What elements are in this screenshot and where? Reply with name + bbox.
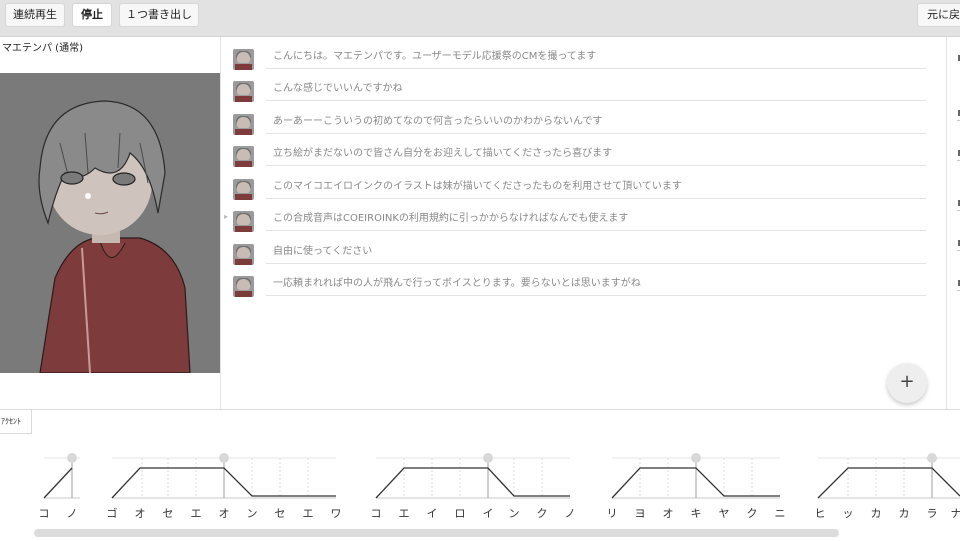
speaker-avatar[interactable] (233, 179, 254, 200)
talk-item[interactable]: こんにちは。マエテンパです。ユーザーモデル応援祭のCMを撮ってます (222, 37, 946, 70)
mora-label: ク (746, 507, 758, 520)
mora-label: ワ (330, 507, 342, 520)
mora-label: エ (302, 507, 314, 520)
accent-editor: ｱｸｾﾝﾄ コ ノ ゴ オ セ エ オ ン セ エ ワ コ エ イ ロ イ ン … (0, 409, 960, 540)
mora-label: ッ (842, 507, 854, 520)
talk-text-input[interactable]: このマイコエイロインクのイラストは妹が描いてくださったものを利用させて頂いていま… (266, 177, 926, 199)
mora-label: コ (38, 507, 50, 520)
right-panel (946, 37, 960, 409)
talk-text-input[interactable]: 一応頼まれれば中の人が飛んで行ってボイスとります。要らないとは思いますがね (266, 274, 926, 296)
talk-text-input[interactable]: こんにちは。マエテンパです。ユーザーモデル応援祭のCMを撮ってます (266, 47, 926, 69)
mora-label: キ (690, 507, 702, 520)
mora-label: ヨ (634, 507, 646, 520)
talk-item[interactable]: この合成音声はCOEIROINKの利用規約に引っかからなければなんでも使えます (222, 199, 946, 232)
mora-label: ン (508, 507, 520, 520)
speaker-avatar[interactable] (233, 81, 254, 102)
speaker-avatar[interactable] (233, 244, 254, 265)
talk-list: こんにちは。マエテンパです。ユーザーモデル応援祭のCMを撮ってます こんな感じで… (222, 37, 946, 409)
mora-label: イ (482, 507, 494, 520)
mora-label: エ (398, 507, 410, 520)
toolbar: 連続再生 停止 １つ書き出し 元に戻す (0, 0, 960, 37)
mora-label: ロ (454, 507, 466, 520)
mora-label: ン (246, 507, 258, 520)
mora-label: ニ (774, 507, 786, 520)
talk-item[interactable]: こんな感じでいいんですかね (222, 69, 946, 102)
talk-text-input[interactable]: この合成音声はCOEIROINKの利用規約に引っかからなければなんでも使えます (266, 209, 926, 231)
speaker-avatar[interactable] (233, 211, 254, 232)
speaker-avatar[interactable] (233, 146, 254, 167)
continuous-play-button[interactable]: 連続再生 (5, 3, 65, 27)
mora-label: セ (274, 507, 286, 520)
mora-label: コ (370, 507, 382, 520)
horizontal-scrollbar[interactable] (34, 529, 839, 537)
talk-text-input[interactable]: あーあーーこういうの初めてなので何言ったらいいのかわからないんです (266, 112, 926, 134)
mora-label: カ (898, 507, 910, 520)
mora-label: リ (606, 507, 618, 520)
character-portrait (0, 73, 220, 373)
mora-label: オ (662, 507, 674, 520)
talk-item[interactable]: あーあーーこういうの初めてなので何言ったらいいのかわからないんです (222, 102, 946, 135)
talk-item[interactable]: 一応頼まれれば中の人が飛んで行ってボイスとります。要らないとは思いますがね (222, 264, 946, 297)
speaker-avatar[interactable] (233, 49, 254, 70)
mora-label: ク (536, 507, 548, 520)
mora-label: オ (218, 507, 230, 520)
character-panel: マエテンパ (通常) (0, 37, 221, 409)
talk-text-input[interactable]: 自由に使ってください (266, 242, 926, 264)
speaker-avatar[interactable] (233, 276, 254, 297)
mora-label: エ (190, 507, 202, 520)
mora-label: ノ (564, 507, 576, 520)
accent-tab[interactable]: ｱｸｾﾝﾄ (0, 410, 32, 434)
mora-label: ナ (950, 507, 960, 520)
speaker-avatar[interactable] (233, 114, 254, 135)
mora-label: オ (134, 507, 146, 520)
mora-label: ヒ (814, 507, 826, 520)
mora-label: カ (870, 507, 882, 520)
talk-item[interactable]: このマイコエイロインクのイラストは妹が描いてくださったものを利用させて頂いていま… (222, 167, 946, 200)
talk-item[interactable]: 自由に使ってください (222, 232, 946, 265)
mora-label: ヤ (718, 507, 730, 520)
mora-label: ラ (926, 507, 938, 520)
add-talk-button[interactable]: + (887, 363, 927, 403)
return-button[interactable]: 元に戻す (917, 3, 960, 27)
mora-label: セ (162, 507, 174, 520)
mora-label: ノ (66, 507, 78, 520)
mora-label: イ (426, 507, 438, 520)
stop-button[interactable]: 停止 (72, 3, 112, 27)
talk-item[interactable]: 立ち絵がまだないので皆さん自分をお迎えして描いてくださったら喜びます (222, 134, 946, 167)
talk-text-input[interactable]: こんな感じでいいんですかね (266, 79, 926, 101)
character-name: マエテンパ (通常) (2, 43, 83, 54)
talk-text-input[interactable]: 立ち絵がまだないので皆さん自分をお迎えして描いてくださったら喜びます (266, 144, 926, 166)
export-one-button[interactable]: １つ書き出し (119, 3, 199, 27)
mora-label: ゴ (106, 507, 118, 520)
accent-graph[interactable] (0, 410, 960, 541)
